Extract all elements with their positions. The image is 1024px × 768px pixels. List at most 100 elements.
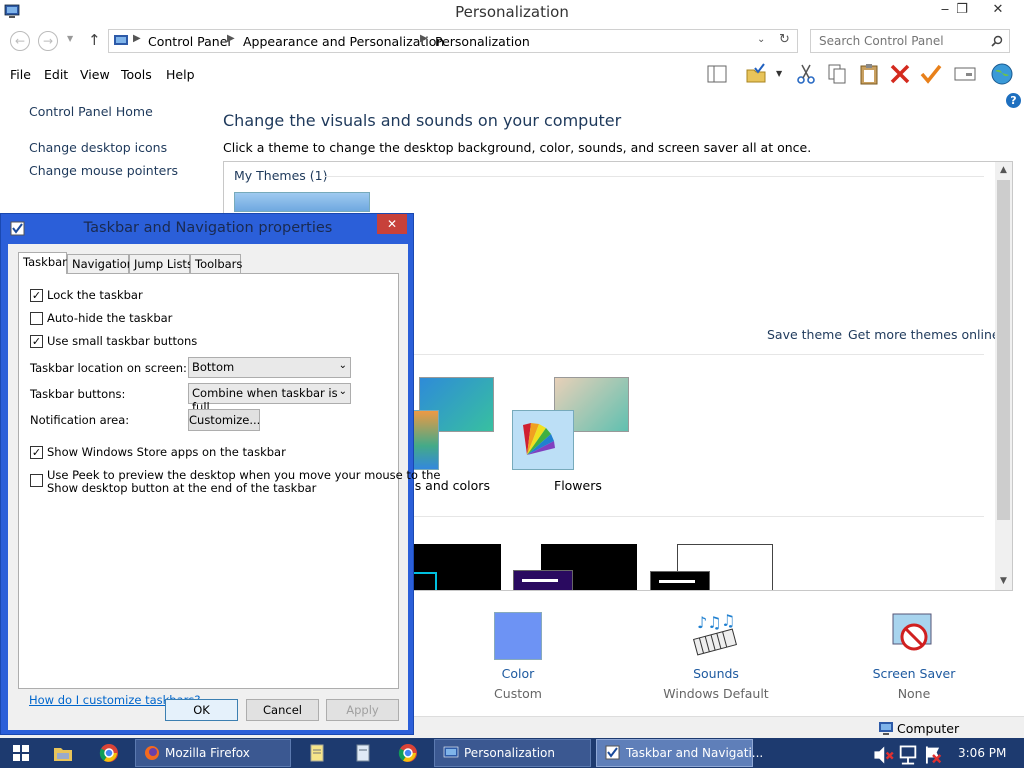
store-apps-label: Show Windows Store apps on the taskbar [47,445,286,459]
action-center-flag-icon[interactable] [922,744,944,766]
address-bar-row: ← → ▼ ↑ ▶ Control Panel ▶ Appearance and… [0,28,1024,54]
up-arrow-icon[interactable]: ↑ [88,31,101,49]
help-question-icon[interactable]: ? [1006,93,1021,108]
get-more-themes-link[interactable]: Get more themes online [848,327,1000,342]
breadcrumb-separator-icon[interactable]: ▶ [420,33,428,44]
forward-arrow-icon[interactable]: → [38,31,58,51]
high-contrast-white-theme[interactable] [650,544,773,590]
task-label-personalization: Personalization [464,746,555,760]
refresh-icon[interactable]: ↻ [779,32,790,47]
tab-taskbar[interactable]: Taskbar [18,252,67,274]
flowers-theme-thumbnail[interactable] [512,410,574,470]
lock-taskbar-check-icon[interactable]: ✓ [30,289,43,302]
small-buttons-check-icon[interactable]: ✓ [30,335,43,348]
dialog-close-button[interactable]: ✕ [377,214,407,234]
apply-button[interactable]: Apply [326,699,399,721]
back-arrow-icon[interactable]: ← [10,31,30,51]
menu-tools[interactable]: Tools [121,67,152,82]
screen-saver-label[interactable]: Screen Saver [844,666,984,681]
address-dropdown-chevron-icon[interactable]: ⌄ [757,34,765,45]
breadcrumb-separator-icon[interactable]: ▶ [133,33,141,44]
window-titlebar[interactable]: Personalization ‒ ❐ ✕ [0,0,1024,24]
autohide-label: Auto-hide the taskbar [47,311,173,325]
recent-pages-chevron-icon[interactable]: ▼ [67,34,73,43]
chrome-icon[interactable] [397,742,419,764]
peek-label-line2: Show desktop button at the end of the ta… [47,481,317,495]
menu-file[interactable]: File [10,67,31,82]
taskbar-task-firefox[interactable]: Mozilla Firefox [135,739,291,767]
store-apps-check-icon[interactable]: ✓ [30,446,43,459]
notification-area-label: Notification area: [30,413,130,427]
windows-start-icon[interactable] [10,742,32,764]
tab-jump-lists[interactable]: Jump Lists [129,254,193,273]
folder-check-icon[interactable] [745,62,769,86]
copy-icon[interactable] [825,62,849,86]
taskbar-location-value: Bottom [192,360,235,374]
customize-button[interactable]: Customize... [188,409,260,431]
high-contrast-theme-2[interactable] [513,544,637,590]
menu-edit[interactable]: Edit [44,67,68,82]
sounds-setting[interactable]: ♪♫ ♫ Sounds Windows Default [646,612,786,701]
breadcrumb-control-panel[interactable]: Control Panel [148,34,231,49]
breadcrumb-appearance[interactable]: Appearance and Personalization [243,34,444,49]
taskbar-buttons-select[interactable]: Combine when taskbar is full ⌄ [188,383,351,414]
screen-saver-no-icon [892,613,932,651]
folder-dropdown-chevron-icon[interactable]: ▼ [776,69,782,78]
network-icon[interactable] [897,744,919,766]
notes-icon[interactable] [352,742,374,764]
notepad-icon[interactable] [306,742,328,764]
color-setting[interactable]: Color Custom [448,612,588,701]
search-box [810,29,1010,53]
ok-button[interactable]: OK [165,699,238,721]
file-explorer-icon[interactable] [52,742,74,764]
autohide-check-box[interactable] [30,312,43,325]
taskbar-clock[interactable]: 3:06 PM [958,746,1006,760]
screen-saver-setting[interactable]: Screen Saver None [844,612,984,701]
maximize-button[interactable]: ❐ [947,0,977,22]
menu-view[interactable]: View [80,67,110,82]
task-label-firefox: Mozilla Firefox [165,746,250,760]
globe-icon[interactable] [990,62,1014,86]
control-panel-crumb-icon [114,35,128,45]
cut-scissors-icon[interactable] [794,62,818,86]
tab-toolbars[interactable]: Toolbars [190,254,242,273]
breadcrumb-separator-icon[interactable]: ▶ [227,33,235,44]
theme-thumbnail-colors[interactable] [411,410,439,470]
search-input[interactable] [819,31,989,51]
task-label-taskbar-properties: Taskbar and Navigati... [626,746,764,760]
theme-scrollbar[interactable]: ▲ ▼ [995,162,1012,590]
scroll-thumb[interactable] [997,180,1010,520]
volume-muted-icon[interactable] [872,744,894,766]
taskbar-task-taskbar-properties[interactable]: Taskbar and Navigati... [596,739,763,767]
address-input[interactable]: ▶ Control Panel ▶ Appearance and Persona… [108,29,798,53]
close-button[interactable]: ✕ [983,0,1013,22]
properties-window-icon[interactable] [953,62,977,86]
scroll-down-arrow-icon[interactable]: ▼ [995,573,1012,590]
window-title: Personalization [455,3,569,21]
control-panel-home-link[interactable]: Control Panel Home [29,104,153,119]
search-icon[interactable] [991,35,1003,47]
scroll-up-arrow-icon[interactable]: ▲ [995,162,1012,179]
high-contrast-theme-1[interactable] [411,544,501,590]
checkmark-icon[interactable] [919,62,943,86]
cancel-button[interactable]: Cancel [246,699,319,721]
breadcrumb-personalization[interactable]: Personalization [435,34,530,49]
delete-x-icon[interactable] [888,62,912,86]
menu-help[interactable]: Help [166,67,195,82]
windows-taskbar: Mozilla Firefox Personalization Taskbar … [0,738,1024,768]
control-panel-icon [443,746,459,758]
chrome-icon[interactable] [98,742,120,764]
tab-navigation[interactable]: Navigation [67,254,134,273]
theme-label-flowers[interactable]: Flowers [554,478,602,493]
taskbar-task-personalization[interactable]: Personalization [434,739,591,767]
change-mouse-pointers-link[interactable]: Change mouse pointers [29,163,178,178]
taskbar-location-select[interactable]: Bottom ⌄ [188,357,351,378]
change-desktop-icons-link[interactable]: Change desktop icons [29,140,167,155]
peek-check-box[interactable] [30,474,43,487]
color-label[interactable]: Color [448,666,588,681]
layout-pane-icon[interactable] [705,62,729,86]
save-theme-link[interactable]: Save theme [767,327,842,342]
sounds-label[interactable]: Sounds [646,666,786,681]
my-theme-thumbnail[interactable] [234,192,370,212]
paste-clipboard-icon[interactable] [857,62,881,86]
